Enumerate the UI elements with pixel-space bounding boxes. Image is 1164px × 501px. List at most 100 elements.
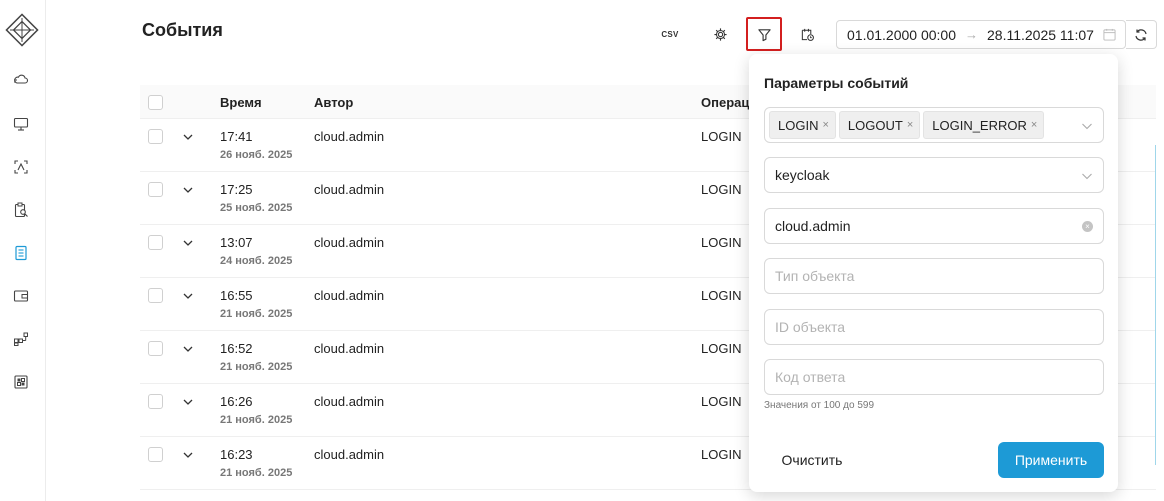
chevron-down-icon[interactable] xyxy=(182,184,194,196)
event-date: 26 нояб. 2025 xyxy=(220,149,293,161)
event-author: cloud.admin xyxy=(314,182,385,197)
tag-label: LOGIN xyxy=(778,117,819,133)
column-header-operation[interactable]: Операц xyxy=(701,95,749,110)
row-checkbox[interactable] xyxy=(148,129,163,144)
apply-button[interactable]: Применить xyxy=(998,442,1104,478)
journal-icon xyxy=(15,245,27,261)
chevron-down-icon[interactable] xyxy=(182,449,194,461)
event-author: cloud.admin xyxy=(314,341,385,356)
filter-panel: Параметры событий LOGIN × LOGOUT × LOGIN_E… xyxy=(749,54,1118,492)
chevron-down-icon xyxy=(1082,123,1092,130)
sidebar xyxy=(0,0,46,501)
row-checkbox[interactable] xyxy=(148,288,163,303)
table-edge-line xyxy=(1155,145,1156,465)
event-time: 17:25 xyxy=(220,182,253,197)
close-icon[interactable]: × xyxy=(822,119,828,131)
source-select[interactable]: keycloak xyxy=(764,157,1104,193)
event-date: 21 нояб. 2025 xyxy=(220,361,293,373)
chevron-down-icon[interactable] xyxy=(182,131,194,143)
row-checkbox[interactable] xyxy=(148,394,163,409)
event-date: 21 нояб. 2025 xyxy=(220,467,293,479)
event-operation: LOGIN xyxy=(701,235,742,250)
chevron-down-icon[interactable] xyxy=(182,237,194,249)
calendar-icon xyxy=(1103,28,1116,41)
close-icon[interactable]: × xyxy=(1031,119,1037,131)
select-all-checkbox[interactable] xyxy=(148,95,163,110)
filter-panel-title: Параметры событий xyxy=(764,75,909,91)
sidebar-item-scan[interactable] xyxy=(11,157,31,177)
operation-multiselect[interactable]: LOGIN × LOGOUT × LOGIN_ERROR × xyxy=(764,107,1104,143)
sidebar-item-structure[interactable] xyxy=(11,329,31,349)
event-author: cloud.admin xyxy=(314,288,385,303)
object-id-input[interactable]: ID объекта xyxy=(764,309,1104,345)
date-range-picker[interactable]: 01.01.2000 00:00 → 28.11.2025 11:07 xyxy=(836,20,1126,49)
event-time: 17:41 xyxy=(220,129,253,144)
event-time: 16:26 xyxy=(220,394,253,409)
event-time: 16:23 xyxy=(220,447,253,462)
event-date: 24 нояб. 2025 xyxy=(220,255,293,267)
chevron-down-icon xyxy=(1082,173,1092,180)
event-date: 21 нояб. 2025 xyxy=(220,308,293,320)
event-time: 16:55 xyxy=(220,288,253,303)
csv-icon: CSV xyxy=(661,29,679,39)
tag-label: LOGOUT xyxy=(847,117,903,133)
object-type-input[interactable]: Тип объекта xyxy=(764,258,1104,294)
calendar-clock-icon xyxy=(801,28,814,41)
sidebar-item-cloud[interactable] xyxy=(11,70,31,90)
object-type-placeholder: Тип объекта xyxy=(775,268,855,284)
clear-button[interactable]: Очистить xyxy=(764,442,860,478)
chevron-down-icon[interactable] xyxy=(182,290,194,302)
author-value: cloud.admin xyxy=(775,218,851,234)
logo-icon[interactable] xyxy=(5,13,39,47)
event-author: cloud.admin xyxy=(314,129,385,144)
sidebar-item-audit[interactable] xyxy=(11,200,31,220)
event-time: 13:07 xyxy=(220,235,253,250)
column-header-author[interactable]: Автор xyxy=(314,95,353,110)
row-checkbox[interactable] xyxy=(148,341,163,356)
filter-icon xyxy=(757,28,771,41)
hierarchy-icon xyxy=(14,332,28,346)
export-csv-button[interactable]: CSV xyxy=(653,18,687,50)
response-code-hint: Значения от 100 до 599 xyxy=(764,400,874,411)
sidebar-item-monitor[interactable] xyxy=(11,114,31,134)
refresh-button[interactable] xyxy=(1126,20,1157,49)
row-checkbox[interactable] xyxy=(148,182,163,197)
sidebar-item-events[interactable] xyxy=(11,243,31,263)
event-operation: LOGIN xyxy=(701,394,742,409)
event-date: 21 нояб. 2025 xyxy=(220,414,293,426)
date-from: 01.01.2000 00:00 xyxy=(847,26,956,43)
monitor-icon xyxy=(13,117,29,131)
author-input[interactable]: cloud.admin × xyxy=(764,208,1104,244)
scheduled-export-button[interactable] xyxy=(790,18,824,50)
chevron-down-icon[interactable] xyxy=(182,396,194,408)
clear-input-icon[interactable]: × xyxy=(1082,221,1093,232)
date-to: 28.11.2025 11:07 xyxy=(987,26,1094,43)
sidebar-item-dashboard[interactable] xyxy=(11,372,31,392)
row-checkbox[interactable] xyxy=(148,235,163,250)
response-code-placeholder: Код ответа xyxy=(775,369,846,385)
object-id-placeholder: ID объекта xyxy=(775,319,846,335)
event-time: 16:52 xyxy=(220,341,253,356)
event-operation: LOGIN xyxy=(701,447,742,462)
close-icon[interactable]: × xyxy=(907,119,913,131)
wallet-icon xyxy=(13,290,29,302)
cloud-icon xyxy=(14,74,29,84)
settings-button[interactable] xyxy=(703,18,737,50)
source-value: keycloak xyxy=(775,167,830,183)
clipboard-search-icon xyxy=(14,202,28,218)
tag-label: LOGIN_ERROR xyxy=(932,117,1027,133)
row-checkbox[interactable] xyxy=(148,447,163,462)
chevron-down-icon[interactable] xyxy=(182,343,194,355)
operation-tag[interactable]: LOGIN_ERROR × xyxy=(923,111,1045,139)
dashboard-icon xyxy=(14,375,28,389)
event-author: cloud.admin xyxy=(314,394,385,409)
event-operation: LOGIN xyxy=(701,182,742,197)
operation-tag[interactable]: LOGIN × xyxy=(769,111,836,139)
filter-button[interactable] xyxy=(746,17,782,51)
column-header-time[interactable]: Время xyxy=(220,95,262,110)
event-operation: LOGIN xyxy=(701,129,742,144)
event-author: cloud.admin xyxy=(314,235,385,250)
response-code-input[interactable]: Код ответа xyxy=(764,359,1104,395)
operation-tag[interactable]: LOGOUT × xyxy=(838,111,921,139)
sidebar-item-wallet[interactable] xyxy=(11,286,31,306)
